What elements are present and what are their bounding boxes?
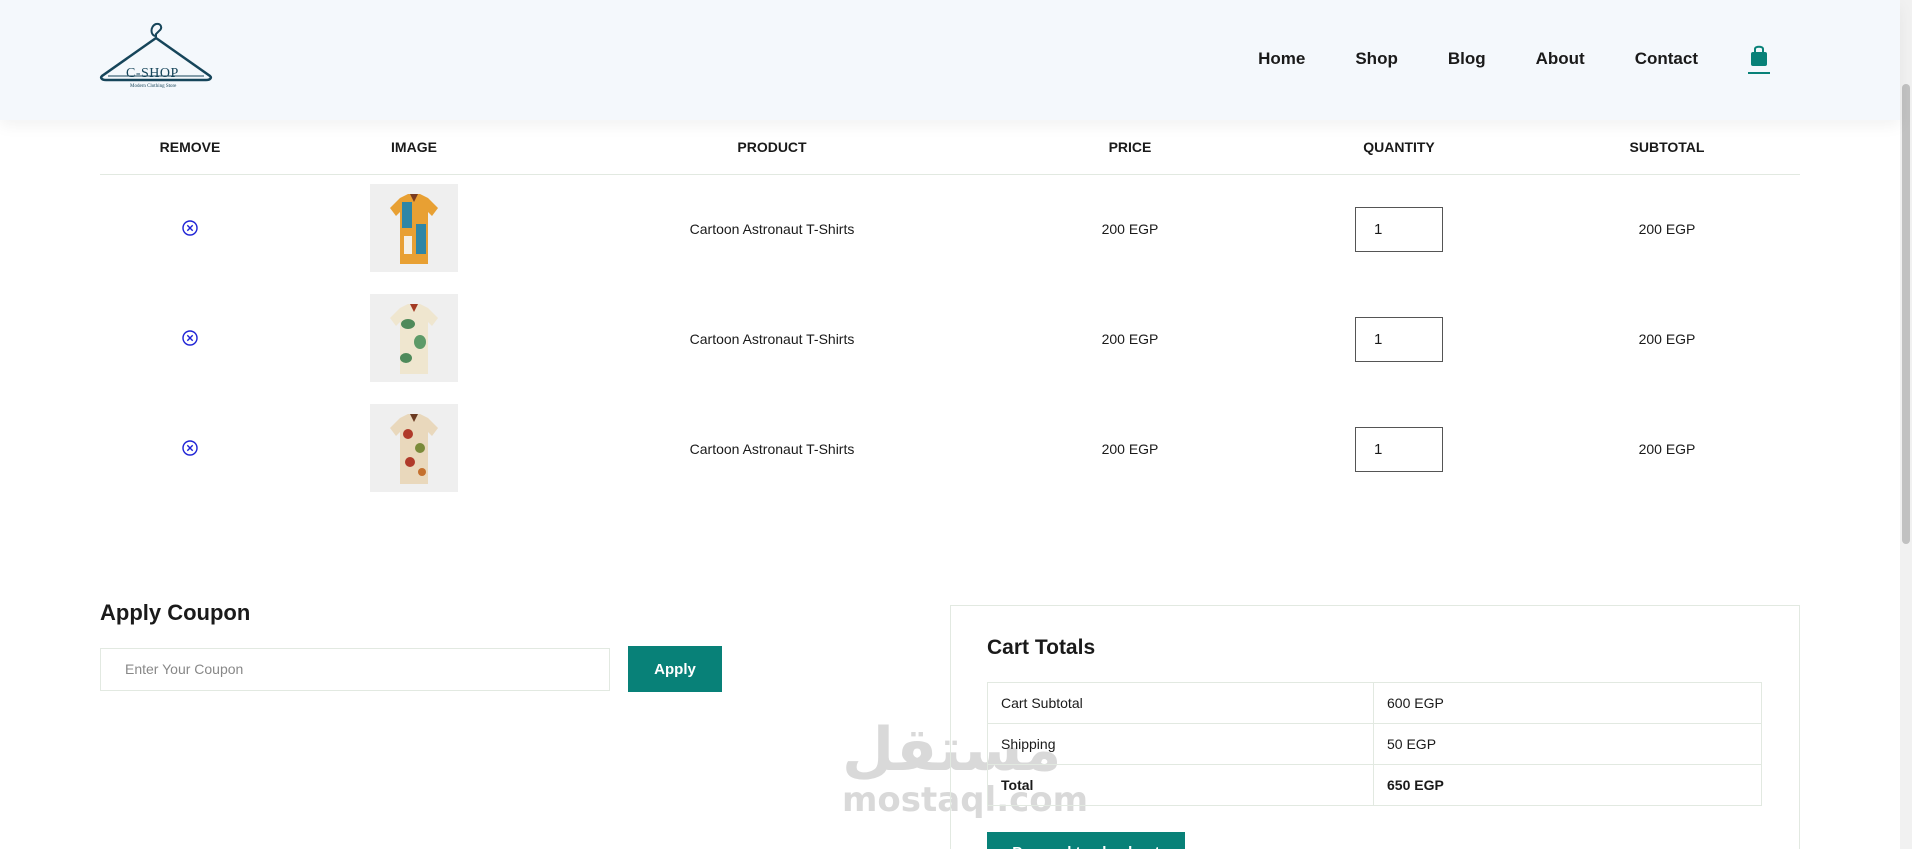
nav-blog[interactable]: Blog xyxy=(1448,49,1486,69)
nav-about[interactable]: About xyxy=(1536,49,1585,69)
table-row: Cartoon Astronaut T-Shirts 200 EGP 200 E… xyxy=(100,394,1800,504)
cart-table: REMOVE IMAGE PRODUCT PRICE QUANTITY SUBT… xyxy=(100,120,1800,504)
scrollbar-thumb[interactable] xyxy=(1902,84,1910,544)
nav-home[interactable]: Home xyxy=(1258,49,1305,69)
checkout-button[interactable]: Proceed to checkout xyxy=(987,832,1185,849)
quantity-input[interactable] xyxy=(1355,316,1443,362)
header-quantity: QUANTITY xyxy=(1264,120,1534,175)
coupon-title: Apply Coupon xyxy=(100,600,251,625)
cart-totals: Cart Totals Cart Subtotal 600 EGP Shippi… xyxy=(950,605,1800,849)
totals-label: Cart Subtotal xyxy=(987,682,1374,724)
brand-logo[interactable]: C-SHOP Modern Clothing Store xyxy=(98,18,214,92)
totals-row-subtotal: Cart Subtotal 600 EGP xyxy=(987,682,1762,724)
product-price: 200 EGP xyxy=(1101,441,1159,457)
header-image: IMAGE xyxy=(280,120,548,175)
cart-table-header: REMOVE IMAGE PRODUCT PRICE QUANTITY SUBT… xyxy=(100,120,1800,175)
site-header: C-SHOP Modern Clothing Store Home Shop B… xyxy=(0,0,1900,120)
product-name[interactable]: Cartoon Astronaut T-Shirts xyxy=(548,174,996,284)
quantity-input[interactable] xyxy=(1355,206,1443,252)
shopping-bag-icon xyxy=(1751,45,1767,66)
totals-value: 50 EGP xyxy=(1373,723,1762,765)
active-underline xyxy=(1748,72,1770,74)
row-subtotal: 200 EGP xyxy=(1638,221,1696,238)
table-row: Cartoon Astronaut T-Shirts 200 EGP 200 E… xyxy=(100,284,1800,394)
totals-value: 650 EGP xyxy=(1373,764,1762,806)
product-name[interactable]: Cartoon Astronaut T-Shirts xyxy=(548,284,996,394)
product-price: 200 EGP xyxy=(1101,331,1159,347)
product-name[interactable]: Cartoon Astronaut T-Shirts xyxy=(548,394,996,504)
totals-label: Shipping xyxy=(987,723,1374,765)
brand-tagline: Modern Clothing Store xyxy=(130,84,177,89)
product-image[interactable] xyxy=(370,183,458,272)
apply-coupon-button[interactable]: Apply xyxy=(628,646,722,692)
main-nav: Home Shop Blog About Contact xyxy=(1208,44,1770,74)
totals-value: 600 EGP xyxy=(1373,682,1762,724)
header-subtotal: SUBTOTAL xyxy=(1534,120,1800,175)
nav-contact[interactable]: Contact xyxy=(1635,49,1698,69)
nav-shop[interactable]: Shop xyxy=(1355,49,1398,69)
product-price: 200 EGP xyxy=(1101,221,1159,238)
coupon-row: Apply xyxy=(100,646,722,692)
totals-label: Total xyxy=(987,764,1374,806)
scrollbar-track[interactable] xyxy=(1900,0,1912,849)
quantity-input[interactable] xyxy=(1355,426,1443,472)
row-subtotal: 200 EGP xyxy=(1638,441,1696,457)
nav-cart[interactable] xyxy=(1748,44,1770,74)
cart-totals-title: Cart Totals xyxy=(987,636,1096,659)
coupon-section: Apply Coupon Apply xyxy=(100,600,722,692)
coupon-input[interactable] xyxy=(100,647,610,691)
header-remove: REMOVE xyxy=(100,120,280,175)
totals-table: Cart Subtotal 600 EGP Shipping 50 EGP To… xyxy=(987,682,1762,806)
totals-row-shipping: Shipping 50 EGP xyxy=(987,723,1762,765)
header-product: PRODUCT xyxy=(548,120,996,175)
table-row: Cartoon Astronaut T-Shirts 200 EGP 200 E… xyxy=(100,174,1800,284)
brand-name: C-SHOP xyxy=(126,66,179,81)
remove-item-icon[interactable] xyxy=(181,329,199,347)
remove-item-icon[interactable] xyxy=(181,219,199,237)
product-image[interactable] xyxy=(370,293,458,382)
header-price: PRICE xyxy=(996,120,1264,175)
row-subtotal: 200 EGP xyxy=(1638,331,1696,347)
totals-row-total: Total 650 EGP xyxy=(987,764,1762,806)
remove-item-icon[interactable] xyxy=(181,439,199,457)
product-image[interactable] xyxy=(370,403,458,492)
